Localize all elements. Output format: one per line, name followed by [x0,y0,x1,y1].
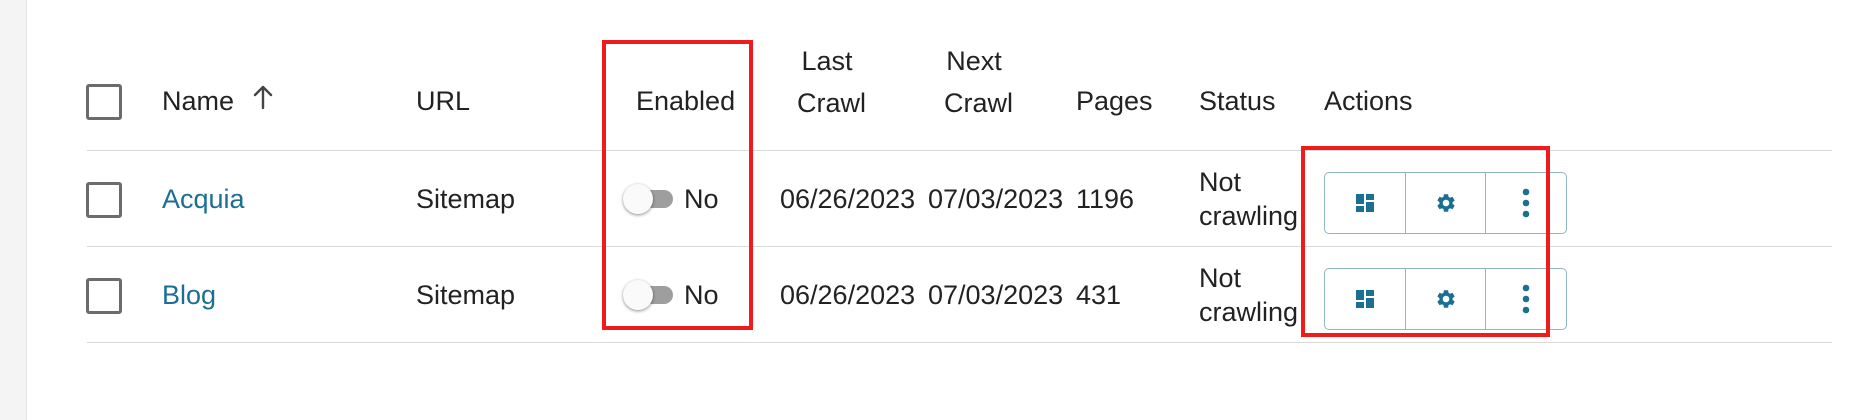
page-count: 1196 [1076,184,1135,214]
row-divider [87,342,1832,343]
column-header-last-crawl: Last Crawl [797,46,867,118]
page-count: 431 [1076,280,1122,310]
row-checkbox[interactable] [86,182,122,218]
sources-table-card: Name URL Enabled Last Crawl Next Crawl P… [26,0,1864,420]
row-divider [87,246,1832,247]
next-crawl-date: 07/03/2023 [928,184,1064,214]
enabled-column-highlight [602,40,753,330]
actions-column-highlight [1301,146,1550,337]
source-name-link[interactable]: Blog [162,280,216,311]
column-header-actions: Actions [1324,86,1413,116]
last-crawl-date: 06/26/2023 [780,184,916,214]
select-all-checkbox[interactable] [86,84,122,120]
source-url: Sitemap [416,280,516,310]
last-crawl-date: 06/26/2023 [780,280,916,310]
next-crawl-date: 07/03/2023 [928,280,1064,310]
column-header-next-crawl: Next Crawl [944,46,1014,118]
column-header-pages: Pages [1076,86,1153,116]
crawl-status: Not crawling [1199,263,1299,327]
column-header-status: Status [1199,86,1276,116]
column-header-url: URL [416,86,471,116]
arrow-up-icon[interactable] [252,76,274,126]
column-header-name[interactable]: Name [162,76,274,126]
crawl-status: Not crawling [1199,167,1299,231]
row-checkbox[interactable] [86,278,122,314]
source-url: Sitemap [416,184,516,214]
source-name-link[interactable]: Acquia [162,184,245,215]
header-divider [87,150,1832,151]
